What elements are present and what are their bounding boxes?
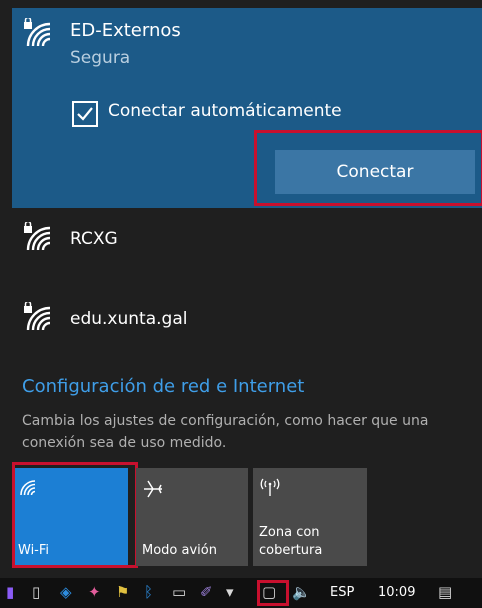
battery-icon[interactable]: ▭ (172, 583, 186, 601)
network-name: RCXG (70, 229, 118, 249)
language-indicator[interactable]: ESP (330, 585, 354, 600)
network-name: edu.xunta.gal (70, 309, 188, 329)
auto-connect-checkbox[interactable] (72, 101, 98, 127)
app-icon[interactable]: ▮ (6, 583, 14, 601)
wifi-secured-icon (22, 16, 56, 52)
auto-connect-label: Conectar automáticamente (108, 101, 342, 121)
clock[interactable]: 10:09 (378, 585, 415, 600)
hotspot-label-line1: Zona con (259, 525, 320, 540)
airplane-mode-tile[interactable]: Modo avión (136, 468, 248, 566)
network-item[interactable]: RCXG (12, 214, 482, 270)
file-icon[interactable]: ▯ (32, 583, 40, 601)
wifi-secured-icon (22, 220, 56, 256)
network-security: Segura (70, 48, 131, 68)
network-settings-description: Cambia los ajustes de configuración, com… (22, 413, 429, 451)
notifications-icon[interactable]: ▤ (438, 583, 452, 601)
network-flyout: ED-Externos Segura Conectar automáticame… (0, 0, 482, 608)
network-item[interactable]: edu.xunta.gal (12, 294, 482, 350)
colorful-app-icon[interactable]: ✦ (88, 583, 101, 601)
wifi-secured-icon (22, 300, 56, 336)
volume-icon[interactable]: 🔈 (292, 583, 311, 601)
flag-icon[interactable]: ⚑ (116, 583, 129, 601)
hotspot-label-line2: cobertura (259, 543, 323, 558)
overflow-icon[interactable]: ▾ (226, 583, 234, 601)
network-icon-highlight (257, 580, 289, 606)
taskbar: ▮ ▯ ◈ ✦ ⚑ ᛒ ▭ ✐ ▾ ▢ 🔈 ESP 10:09 ▤ (0, 578, 482, 608)
airplane-tile-label: Modo avión (142, 543, 217, 558)
wifi-tile-highlight (12, 462, 138, 568)
hotspot-tile-label: Zona con cobertura (259, 524, 322, 560)
network-settings-link[interactable]: Configuración de red e Internet (22, 376, 304, 397)
shield-icon[interactable]: ◈ (60, 583, 72, 601)
airplane-icon (142, 478, 164, 504)
pen-icon[interactable]: ✐ (200, 583, 213, 601)
bluetooth-icon[interactable]: ᛒ (144, 583, 153, 601)
mobile-hotspot-tile[interactable]: Zona con cobertura (253, 468, 367, 566)
network-name: ED-Externos (70, 20, 181, 41)
connect-button[interactable]: Conectar (275, 150, 475, 194)
hotspot-icon (259, 476, 281, 502)
checkmark-icon (77, 107, 93, 121)
